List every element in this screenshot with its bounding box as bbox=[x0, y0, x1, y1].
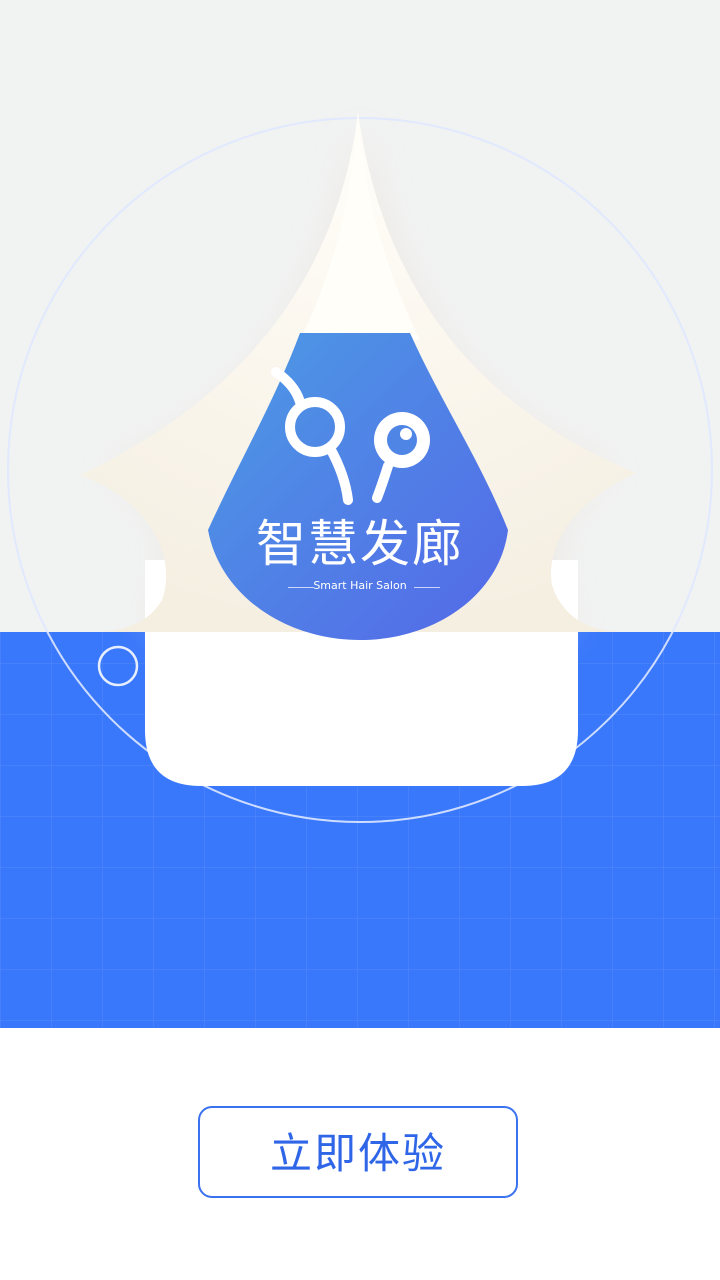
subtitle-rule-right bbox=[414, 587, 440, 588]
brand-subtitle: Smart Hair Salon bbox=[313, 579, 407, 592]
intro-screen: 智慧发廊 Smart Hair Salon 立即体验 bbox=[0, 0, 720, 1280]
start-experience-button[interactable]: 立即体验 bbox=[198, 1106, 518, 1198]
brand-title: 智慧发廊 bbox=[256, 515, 464, 573]
